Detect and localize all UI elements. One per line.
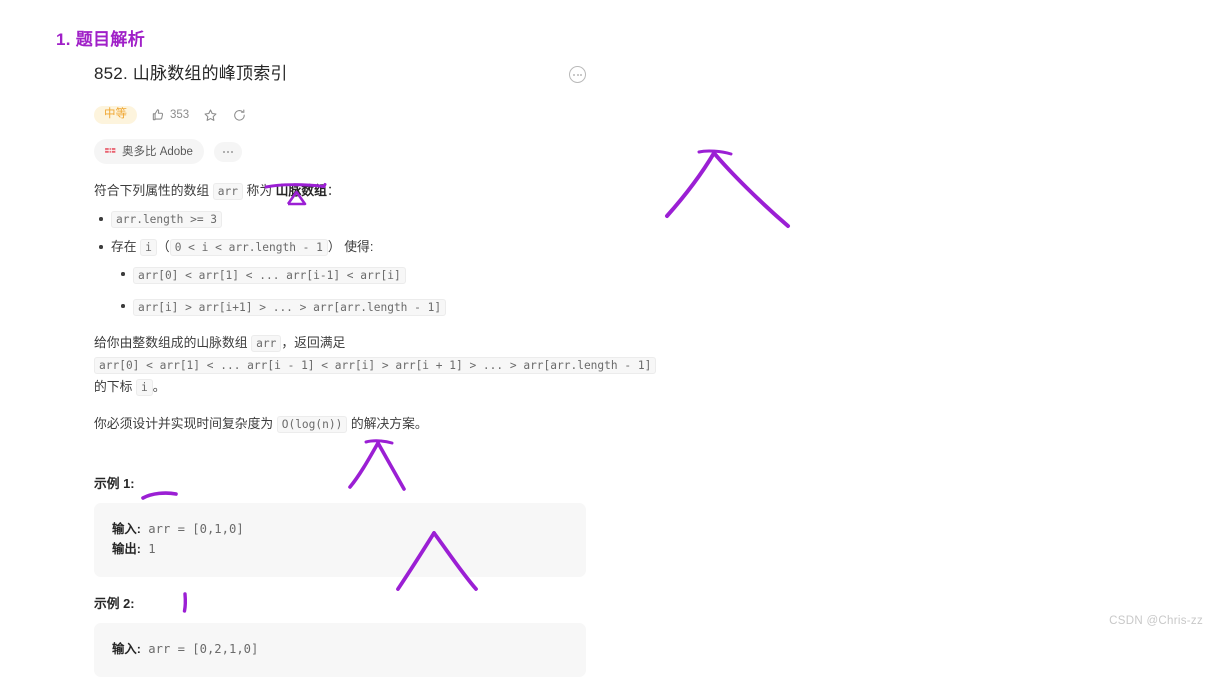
adobe-logo-icon [105,147,116,153]
intro-prefix: 符合下列属性的数组 [94,183,210,198]
list-item: 存在 i （0 < i < arr.length - 1） 使得: arr[0] … [99,236,586,318]
description-paragraph-2: 你必须设计并实现时间复杂度为 O(log(n)) 的解决方案。 [94,413,586,435]
example-1-output-label: 输出: [112,542,141,556]
example-2-box: 输入: arr = [0,2,1,0] [94,623,586,677]
term-mountain-array: 山脉数组 [275,183,327,198]
example-2-input-value: arr = [0,2,1,0] [148,642,259,656]
inline-code-complexity: O(log(n)) [276,416,348,433]
inline-code-range: 0 < i < arr.length - 1 [169,239,328,256]
problem-description: 符合下列属性的数组 arr 称为 山脉数组： arr.length >= 3 存… [94,180,657,435]
para1-c: 的下标 [94,379,133,394]
list-item: arr[0] < arr[1] < ... arr[i-1] < arr[i] [121,264,586,286]
example-2-label: 示例 2: [94,596,135,611]
bullet2-prefix: 存在 [111,239,137,254]
example-2-input-line: 输入: arr = [0,2,1,0] [112,639,568,659]
dot [576,73,579,76]
inline-code-length: arr.length >= 3 [111,211,223,228]
intro-suffix: ： [326,183,340,198]
section-heading: 1. 题目解析 [56,30,146,49]
annotation-mountain-sketch-large [665,149,790,228]
example-1-output-value: 1 [148,542,156,556]
problem-title-row: 852. 山脉数组的峰顶索引 [94,62,586,86]
property-list: arr.length >= 3 存在 i （0 < i < arr.length … [94,208,586,318]
dot [230,150,233,153]
share-icon [234,108,245,121]
problem-card: 852. 山脉数组的峰顶索引 中等 353 奥多比 Adobe 符合下列属性的数… [94,62,657,693]
bullet2-suffix: 使得: [344,239,374,254]
star-icon [204,108,217,121]
company-tag-adobe[interactable]: 奥多比 Adobe [94,139,204,164]
more-tags-button[interactable] [213,141,242,162]
bullet2-close: ） [327,239,341,254]
examples-section: 示例 1: 输入: arr = [0,1,0] 输出: 1 示例 2: 输入: … [94,473,586,677]
property-sublist: arr[0] < arr[1] < ... arr[i-1] < arr[i] … [111,264,586,318]
watermark: CSDN @Chris-zz [1109,615,1203,627]
inline-code-condition: arr[0] < arr[1] < ... arr[i - 1] < arr[i… [94,357,657,374]
favorite-button[interactable] [203,108,218,123]
para2-a: 你必须设计并实现时间复杂度为 [94,416,274,431]
company-tag-label: 奥多比 Adobe [122,146,193,158]
share-button[interactable] [232,108,247,123]
problem-meta-row: 中等 353 [94,104,586,126]
example-1-box: 输入: arr = [0,1,0] 输出: 1 [94,503,586,577]
inline-code-i: i [140,239,157,256]
inline-code-arr-2: arr [251,335,282,352]
example-2-input-label: 输入: [112,642,141,656]
like-button[interactable]: 353 [151,108,189,122]
intro-mid: 称为 [246,183,273,198]
dot [580,73,582,76]
status-badge: 中等 [94,105,137,125]
example-1-label: 示例 1: [94,476,135,491]
example-1-input-value: arr = [0,1,0] [148,522,244,536]
para1-d: 。 [152,379,166,394]
example-1-input-line: 输入: arr = [0,1,0] [112,519,568,539]
inline-code-descend: arr[i] > arr[i+1] > ... > arr[arr.length… [133,299,447,316]
problem-tag-row: 奥多比 Adobe [94,139,586,164]
dot [222,150,225,153]
para2-b: 的解决方案。 [350,416,428,431]
bullet2-open: （ [156,239,170,254]
description-paragraph-1: 给你由整数组成的山脉数组 arr ，返回满足 arr[0] < arr[1] < … [94,332,657,398]
para1-b: ，返回满足 [281,335,346,350]
description-paragraphs: 给你由整数组成的山脉数组 arr ，返回满足 arr[0] < arr[1] < … [94,332,657,435]
list-item: arr[i] > arr[i+1] > ... > arr[arr.length… [121,296,586,318]
dot [573,73,575,76]
inline-code-ascend: arr[0] < arr[1] < ... arr[i-1] < arr[i] [133,267,406,284]
thumbs-up-icon [152,109,164,121]
dot [226,150,229,153]
para1-a: 给你由整数组成的山脉数组 [94,335,248,350]
example-1-output-line: 输出: 1 [112,539,568,559]
circle-ellipsis-icon[interactable] [569,66,586,83]
page-title: 852. 山脉数组的峰顶索引 [94,64,288,83]
inline-code-arr: arr [212,183,243,200]
list-item: arr.length >= 3 [99,208,586,230]
page-root: 1. 题目解析 852. 山脉数组的峰顶索引 中等 353 奥多比 Adobe … [0,0,1219,677]
like-count: 353 [170,109,190,121]
example-1-input-label: 输入: [112,522,141,536]
inline-code-i-2: i [135,379,153,396]
description-intro: 符合下列属性的数组 arr 称为 山脉数组： [94,180,586,202]
